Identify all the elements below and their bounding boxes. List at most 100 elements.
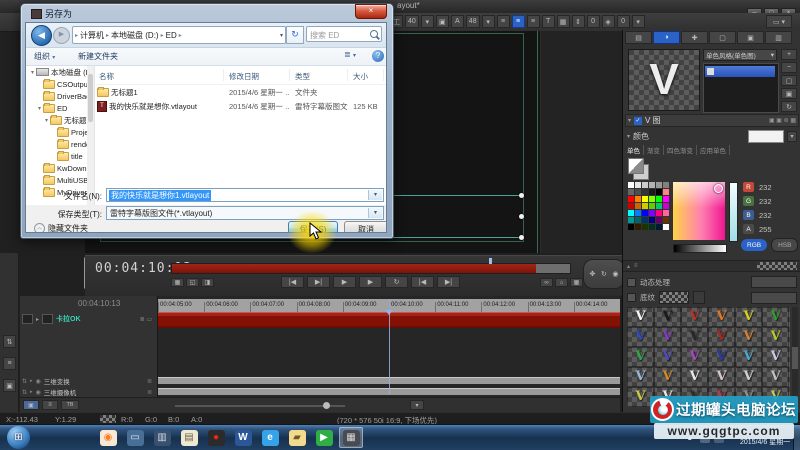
app-toolbar-icon[interactable]: 0	[617, 15, 630, 28]
texture-swatch[interactable]	[659, 291, 689, 304]
palette-swatch[interactable]	[628, 224, 634, 230]
palette-swatch[interactable]	[642, 217, 648, 223]
collapse-icon[interactable]: ▾	[627, 133, 630, 140]
app-toolbar-icon[interactable]: 48	[466, 15, 480, 28]
palette-swatch[interactable]	[663, 210, 669, 216]
texture-thumb[interactable]	[628, 158, 650, 180]
palette-swatch[interactable]	[635, 203, 641, 209]
app-toolbar-icon[interactable]: ▾	[632, 15, 645, 28]
tree-item[interactable]: ▾ED	[26, 102, 94, 114]
taskbar-icon-display[interactable]: ▭	[123, 427, 147, 448]
tree-expand-icon[interactable]: ▾	[36, 105, 43, 112]
palette-swatch[interactable]	[649, 210, 655, 216]
tool-icon-box[interactable]: ▣	[3, 379, 16, 392]
tool-icon-list[interactable]: ≡	[3, 357, 16, 370]
track-options-icon[interactable]: ≣	[147, 378, 152, 385]
dynamic-value-field[interactable]	[751, 276, 797, 288]
color-options-button[interactable]: ▾	[787, 131, 797, 142]
play-button[interactable]: ▶	[333, 276, 356, 288]
palette-swatch[interactable]	[649, 196, 655, 202]
style-list-button[interactable]: −	[781, 62, 797, 73]
loop-button[interactable]: ∞	[540, 278, 553, 287]
color-field[interactable]	[673, 182, 725, 240]
timeline-extra-button[interactable]: ▾	[410, 400, 424, 410]
track-gear-icon[interactable]: ◉	[36, 378, 41, 385]
right-panel-tab[interactable]: ▥	[765, 31, 792, 44]
palette-swatch[interactable]	[642, 189, 648, 195]
sub-section-row[interactable]: ▴ ≡	[623, 260, 800, 272]
current-color-swatch[interactable]	[748, 130, 784, 143]
toolbar-combo[interactable]: ▭ ▾	[766, 15, 792, 28]
palette-swatch[interactable]	[663, 182, 669, 188]
palette-swatch[interactable]	[649, 224, 655, 230]
app-toolbar-icon[interactable]: ≡	[527, 15, 540, 28]
breadcrumb-segment[interactable]: 计算机	[80, 30, 104, 41]
palette-swatch[interactable]	[649, 203, 655, 209]
style-type-dropdown[interactable]: 单色风格(单色图)▾	[703, 49, 777, 61]
track-options-icon[interactable]: ≣ ▭	[140, 316, 152, 323]
palette-swatch[interactable]	[649, 189, 655, 195]
channel-value[interactable]: 255	[759, 225, 772, 234]
right-panel-tab[interactable]: ▢	[709, 31, 736, 44]
taskbar-icon-media[interactable]: ▥	[150, 427, 174, 448]
dialog-close-button[interactable]: ×	[355, 4, 387, 19]
style-preset[interactable]: V	[708, 307, 735, 327]
zoom-slider-track[interactable]	[175, 405, 345, 407]
app-toolbar-icon[interactable]: ▣	[436, 15, 449, 28]
color-tab[interactable]: 应用单色	[700, 145, 730, 155]
style-preset[interactable]: V	[681, 307, 708, 327]
track-header[interactable]: ⇅▸◉三维摄像机≣	[22, 387, 156, 397]
prev-frame-button[interactable]: |◀	[411, 276, 434, 288]
selection-handle[interactable]	[519, 193, 524, 198]
value-bar[interactable]	[673, 244, 727, 253]
seek-bar[interactable]	[171, 263, 571, 274]
palette-swatch[interactable]	[642, 203, 648, 209]
tree-item[interactable]: CSOutput	[26, 78, 94, 90]
channel-value[interactable]: 232	[759, 183, 772, 192]
filetype-select[interactable]: 雷特字幕版图文件(*.vtlayout) ▾	[106, 206, 384, 220]
playhead-marker[interactable]	[385, 310, 393, 319]
texture-row[interactable]: 底纹	[627, 291, 797, 304]
view-control-cluster[interactable]: ✥↻◉	[583, 259, 625, 289]
tree-item[interactable]: rendered	[26, 138, 94, 150]
texture-checkbox[interactable]	[627, 293, 636, 302]
timeline-mode-button[interactable]: ▣	[23, 400, 39, 410]
forward-button[interactable]: ▶	[53, 27, 70, 44]
style-preset[interactable]: V	[627, 327, 654, 347]
column-header[interactable]: 类型	[290, 69, 348, 81]
filename-input[interactable]: 我的快乐就是想你1.vtlayout ▾	[106, 188, 384, 202]
taskbar-icon-player[interactable]: ▶	[312, 427, 336, 448]
display-button[interactable]: ◨	[201, 278, 214, 287]
palette-swatch[interactable]	[628, 196, 634, 202]
search-input[interactable]: 搜索 ED	[306, 26, 382, 42]
taskbar-icon-video-editor[interactable]: ▦	[339, 427, 363, 448]
style-preset[interactable]: V	[627, 347, 654, 367]
style-list-button[interactable]: ▢	[781, 75, 797, 86]
loop-button[interactable]: ⌂	[555, 278, 568, 287]
style-preset[interactable]: V	[654, 327, 681, 347]
palette-swatch[interactable]	[642, 224, 648, 230]
style-preset[interactable]: V	[735, 367, 762, 387]
palette-swatch[interactable]	[649, 217, 655, 223]
palette-swatch[interactable]	[628, 203, 634, 209]
track-toggle-icon[interactable]: ⇅	[22, 389, 27, 396]
palette-swatch[interactable]	[663, 189, 669, 195]
app-toolbar-icon[interactable]: ◈	[602, 15, 615, 28]
palette-swatch[interactable]	[628, 217, 634, 223]
track-enable-box[interactable]	[22, 314, 33, 324]
display-button[interactable]: ▦	[171, 278, 184, 287]
palette-swatch[interactable]	[656, 210, 662, 216]
chevron-down-icon[interactable]: ▾	[368, 190, 382, 200]
palette-swatch[interactable]	[656, 203, 662, 209]
app-toolbar-icon[interactable]: 40	[405, 15, 419, 28]
tree-item[interactable]: ▾无标题1	[26, 114, 94, 126]
go-out-button[interactable]: ▶|	[307, 276, 330, 288]
style-preset[interactable]: V	[735, 307, 762, 327]
new-folder-button[interactable]: 新建文件夹	[78, 51, 118, 62]
app-toolbar-icon[interactable]: 0	[587, 15, 600, 28]
style-preset[interactable]: V	[762, 347, 789, 367]
style-preset[interactable]: V	[762, 307, 789, 327]
refresh-icon[interactable]: ↻	[286, 26, 304, 44]
tree-item[interactable]: MultiUSB K	[26, 174, 94, 186]
color-section-header[interactable]: ▾ 颜色 ▾	[627, 130, 797, 143]
